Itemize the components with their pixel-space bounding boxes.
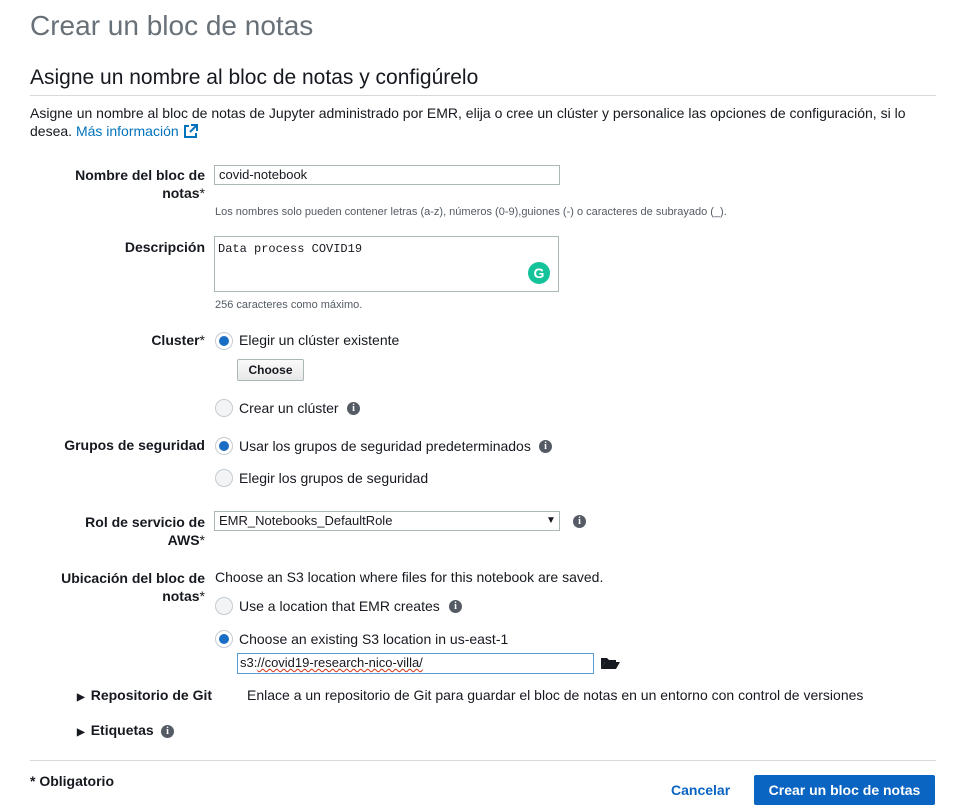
required-mark: * [199, 332, 205, 348]
security-choose-radio[interactable] [215, 469, 233, 487]
location-existing-label[interactable]: Choose an existing S3 location in us-eas… [239, 631, 508, 647]
external-link-icon [183, 124, 198, 138]
required-note: * Obligatorio [30, 773, 114, 789]
grammarly-icon[interactable]: G [528, 262, 550, 284]
caret-right-icon: ▶ [77, 727, 85, 738]
location-label-line2: notas [162, 588, 200, 604]
choose-cluster-button[interactable]: Choose [237, 359, 304, 381]
more-info-label: Más información [75, 123, 179, 139]
location-label-line1: Ubicación del bloc de [61, 570, 205, 586]
security-groups-label: Grupos de seguridad [64, 437, 205, 453]
cluster-create-label[interactable]: Crear un clúster [239, 400, 339, 416]
security-default-radio[interactable] [215, 437, 233, 455]
footer-divider [30, 760, 936, 761]
cluster-existing-label[interactable]: Elegir un clúster existente [239, 332, 399, 348]
cluster-label: Cluster* [40, 331, 205, 349]
git-repo-description: Enlace a un repositorio de Git para guar… [247, 687, 864, 703]
section-divider [30, 95, 936, 96]
notebook-name-hint: Los nombres solo pueden contener letras … [215, 206, 727, 218]
cluster-create-radio[interactable] [215, 399, 233, 417]
location-description: Choose an S3 location where files for th… [215, 569, 604, 585]
section-title: Asigne un nombre al bloc de notas y conf… [30, 66, 479, 89]
service-role-label: Rol de servicio de AWS* [40, 513, 205, 549]
description-textarea[interactable]: Data process COVID19 [214, 236, 559, 292]
description-hint: 256 caracteres como máximo. [215, 299, 363, 311]
git-repo-label: Repositorio de Git [90, 687, 213, 703]
intro-text: Asigne un nombre al bloc de notas de Jup… [30, 104, 920, 140]
info-icon[interactable]: i [539, 440, 552, 453]
service-role-select[interactable]: EMR_Notebooks_DefaultRole [214, 511, 560, 531]
tags-expander[interactable]: ▶ Etiquetas [77, 722, 154, 738]
folder-open-icon[interactable] [600, 656, 620, 670]
select-caret-icon: ▼ [546, 515, 556, 526]
notebook-name-label-line1: Nombre del bloc de [75, 167, 205, 183]
cluster-label-text: Cluster [151, 332, 200, 348]
info-icon[interactable]: i [573, 515, 586, 528]
location-label: Ubicación del bloc de notas* [40, 569, 205, 605]
page-title: Crear un bloc de notas [30, 10, 314, 41]
s3-path: //covid19-research-nico-villa/ [257, 655, 423, 670]
s3-prefix: s3: [240, 655, 258, 670]
required-mark: * [199, 185, 205, 201]
service-role-selected: EMR_Notebooks_DefaultRole [219, 513, 393, 528]
create-notebook-button[interactable]: Crear un bloc de notas [754, 775, 935, 805]
git-repo-expander[interactable]: ▶ Repositorio de Git [77, 687, 212, 703]
required-mark: * [199, 588, 205, 604]
more-info-link[interactable]: Más información [76, 123, 198, 139]
caret-right-icon: ▶ [77, 692, 85, 703]
cluster-existing-radio[interactable] [215, 332, 233, 350]
info-icon[interactable]: i [449, 600, 462, 613]
security-choose-label[interactable]: Elegir los grupos de seguridad [239, 470, 428, 486]
notebook-name-label: Nombre del bloc de notas* [40, 166, 205, 202]
notebook-name-input[interactable]: covid-notebook [214, 165, 560, 185]
notebook-name-label-line2: notas [162, 185, 200, 201]
required-mark: * [199, 532, 205, 548]
tags-label: Etiquetas [90, 722, 154, 738]
info-icon[interactable]: i [161, 725, 174, 738]
description-label: Descripción [124, 239, 205, 255]
location-emr-label[interactable]: Use a location that EMR creates [239, 598, 440, 614]
location-existing-radio[interactable] [215, 630, 233, 648]
location-emr-radio[interactable] [215, 597, 233, 615]
cancel-button[interactable]: Cancelar [671, 782, 730, 798]
s3-location-input[interactable]: s3://covid19-research-nico-villa/ [237, 653, 594, 674]
service-role-label-line1: Rol de servicio de [85, 514, 205, 530]
service-role-label-line2: AWS [167, 532, 200, 548]
security-default-label[interactable]: Usar los grupos de seguridad predetermin… [239, 438, 531, 454]
info-icon[interactable]: i [347, 402, 360, 415]
